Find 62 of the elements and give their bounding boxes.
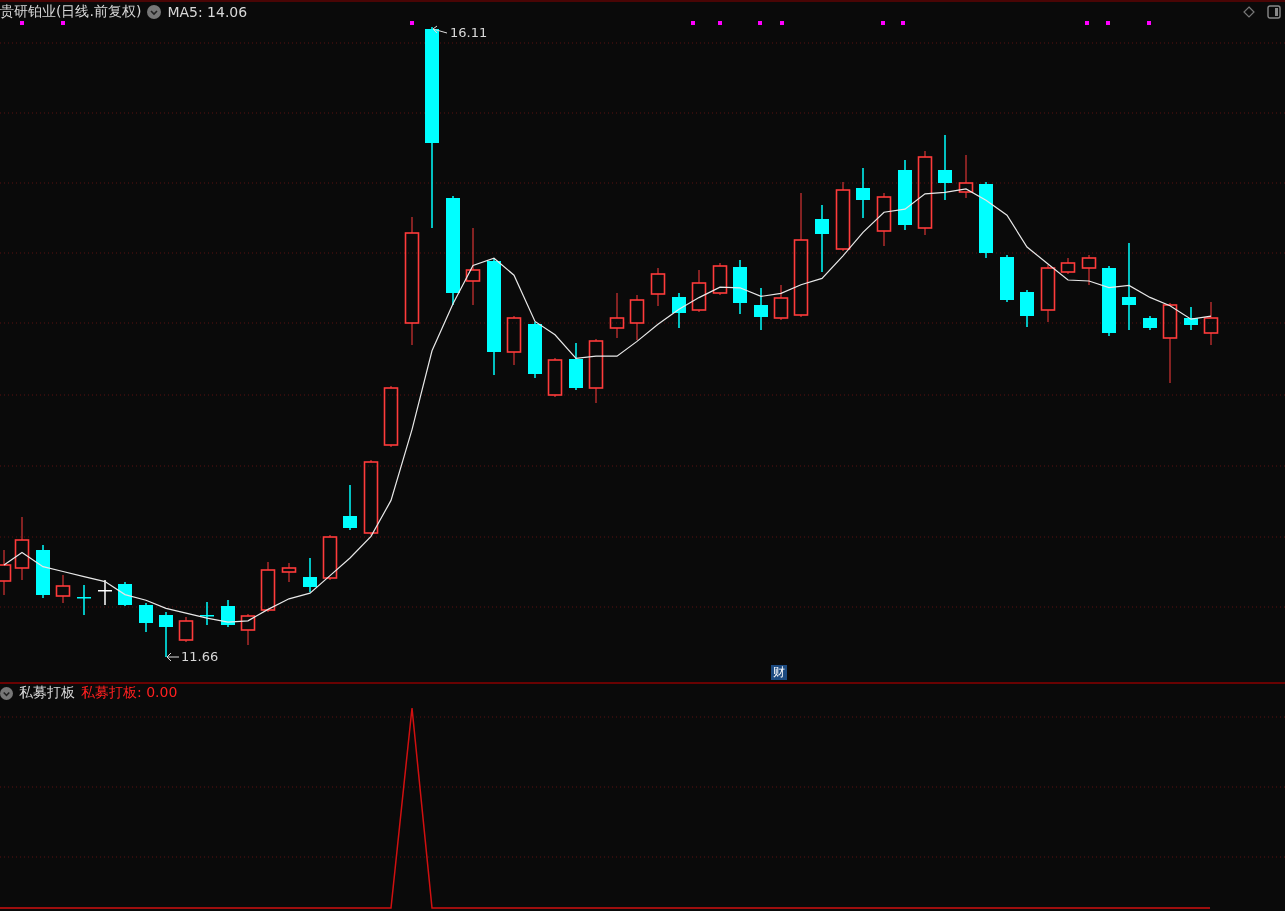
candle <box>260 561 276 613</box>
ma-reading: MA5: 14.06 <box>167 4 248 20</box>
candle <box>629 294 645 341</box>
candle <box>876 192 892 247</box>
arrow-icon <box>166 652 180 662</box>
candle <box>898 159 912 231</box>
candle <box>588 338 604 404</box>
candle <box>139 602 153 633</box>
panel-icon[interactable] <box>1267 5 1281 19</box>
indicator-name: 私募打板 <box>19 684 75 702</box>
chevron-down-icon[interactable] <box>0 686 13 700</box>
finance-badge[interactable]: 财 <box>771 665 787 680</box>
low-price-label: 11.66 <box>181 649 219 664</box>
candle <box>281 562 297 583</box>
candle <box>303 557 317 593</box>
candle <box>1060 257 1076 275</box>
candle <box>159 611 173 658</box>
candle <box>754 287 768 331</box>
candle <box>1040 264 1056 323</box>
candle <box>712 262 728 296</box>
candle <box>773 284 789 321</box>
candle <box>55 574 71 604</box>
candle <box>528 321 542 379</box>
candle <box>383 385 399 448</box>
candle <box>1184 306 1198 331</box>
candle <box>1081 254 1097 286</box>
candle <box>1000 254 1014 303</box>
candle <box>36 544 50 599</box>
diamond-icon[interactable] <box>1243 6 1255 18</box>
high-price-label: 16.11 <box>450 25 488 40</box>
candle <box>815 204 829 273</box>
candle <box>609 292 625 339</box>
candle <box>733 259 747 315</box>
candle <box>856 167 870 219</box>
arrow-icon <box>432 25 448 34</box>
candle <box>77 584 91 616</box>
candle <box>835 181 851 252</box>
candle <box>14 516 30 581</box>
candle <box>650 267 666 307</box>
candle <box>322 534 338 581</box>
candle <box>691 269 707 313</box>
candle <box>1102 265 1116 337</box>
candle <box>221 599 235 628</box>
candle <box>547 357 563 398</box>
candle <box>938 134 952 201</box>
candle <box>178 616 194 643</box>
candle <box>200 601 214 626</box>
candle <box>240 613 256 646</box>
candle <box>1203 301 1219 346</box>
candle <box>672 292 686 329</box>
stock-title: 贵研铂业(日线.前复权) <box>0 3 142 21</box>
candle <box>343 484 357 531</box>
candle <box>569 342 583 391</box>
candle <box>506 315 522 366</box>
candle <box>1020 289 1034 328</box>
candle <box>1143 315 1157 331</box>
candle <box>118 581 132 607</box>
chevron-down-icon[interactable] <box>147 5 162 19</box>
candle <box>0 549 12 596</box>
candle <box>958 154 974 199</box>
indicator-reading: 私募打板: 0.00 <box>81 684 178 702</box>
candle <box>98 579 112 606</box>
